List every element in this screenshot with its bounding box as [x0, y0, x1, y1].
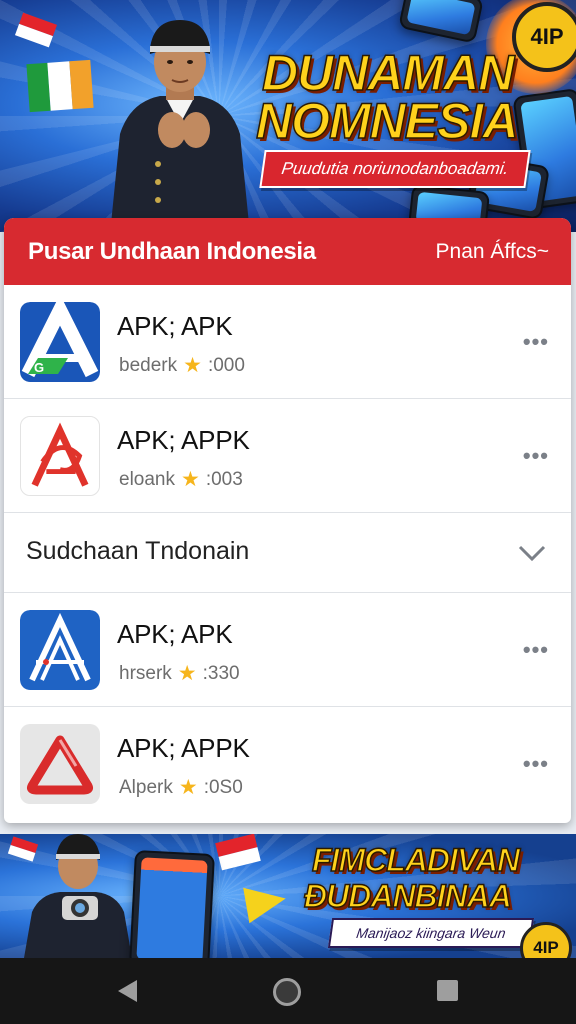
app-title: APK; APPK [117, 425, 250, 455]
app-list: G APK; APK bederk ★ :000 ••• APK; APPK e… [4, 285, 571, 821]
star-icon: ★ [177, 662, 197, 685]
app-meta-label: Alperk [119, 776, 173, 798]
banner-ribbon-text: Manijaoz kiingara Weun [355, 925, 507, 941]
app-title: APK; APK [117, 619, 233, 649]
back-icon[interactable] [118, 980, 137, 1002]
more-options-icon[interactable]: ••• [523, 751, 549, 777]
section-label: Sudchaan Tndonain [26, 537, 250, 565]
list-item[interactable]: APK; APK hrserk ★ :330 ••• [4, 593, 571, 707]
app-meta-label: hrserk [119, 662, 172, 684]
banner-headline-2: ÐUDANBINAA [303, 877, 512, 915]
banner-headline-2: NOMNESIA [255, 92, 519, 150]
banner-ribbon: Puudutia noriunodanboadami. [259, 150, 531, 188]
more-options-icon[interactable]: ••• [523, 443, 549, 469]
app-title: APK; APPK [117, 733, 250, 763]
a-logo-icon [20, 416, 100, 496]
list-item[interactable]: G APK; APK bederk ★ :000 ••• [4, 285, 571, 399]
flag-icon [26, 59, 94, 113]
header-action-link[interactable]: Pnan Áffcs~ [436, 240, 549, 264]
app-meta-count: :000 [207, 354, 245, 376]
triangle-logo-icon [20, 724, 100, 804]
a-outline-icon [20, 610, 100, 690]
more-options-icon[interactable]: ••• [523, 637, 549, 663]
banner-ribbon: Manijaoz kiingara Weun [327, 918, 535, 948]
app-meta-label: eloank [119, 468, 175, 490]
recents-icon[interactable] [437, 980, 458, 1001]
top-promo-banner[interactable]: 4IP DUNAMAN NOMNESIA Puudutia noriunodan… [0, 0, 576, 232]
list-item[interactable]: APK; APPK eloank ★ :003 ••• [4, 399, 571, 513]
banner-ribbon-text: Puudutia noriunodanboadami. [280, 159, 510, 178]
promo-badge-text: 4IP [530, 24, 564, 49]
more-options-icon[interactable]: ••• [523, 329, 549, 355]
system-nav-bar [0, 958, 576, 1024]
panel-title: Pusar Undhaan Indonesia [28, 237, 316, 265]
section-header[interactable]: Sudchaan Tndonain [4, 513, 571, 593]
app-meta-label: bederk [119, 354, 178, 376]
list-item[interactable]: APK; APPK Alperk ★ :0S0 ••• [4, 707, 571, 821]
play-triangle-icon [243, 880, 289, 924]
app-meta-count: :003 [205, 468, 243, 490]
banner-headline-1: FIMCLADIVAN [311, 841, 521, 879]
presenter-illustration [110, 20, 250, 232]
star-icon: ★ [178, 776, 198, 799]
photographer-illustration [24, 834, 132, 958]
chevron-down-icon[interactable] [517, 541, 547, 563]
phone-illustration-icon [129, 849, 215, 958]
promo-badge-text: 4IP [533, 938, 559, 957]
svg-text:G: G [34, 360, 44, 375]
home-icon[interactable] [273, 978, 301, 1006]
star-icon: ★ [181, 468, 200, 491]
bottom-promo-banner[interactable]: FIMCLADIVAN ÐUDANBINAA Manijaoz kiingara… [0, 834, 576, 958]
promo-badge: 4IP [512, 2, 576, 72]
app-meta: eloank ★ :003 [119, 467, 243, 492]
app-meta: bederk ★ :000 [119, 353, 245, 378]
panel-header: Pusar Undhaan Indonesia Pnan Áffcs~ [4, 218, 571, 285]
app-meta: Alperk ★ :0S0 [119, 775, 243, 800]
app-meta-count: :0S0 [203, 776, 243, 798]
a-letter-icon: G [20, 302, 100, 382]
star-icon: ★ [183, 354, 202, 377]
app-list-panel: Pusar Undhaan Indonesia Pnan Áffcs~ G AP… [4, 218, 571, 823]
app-meta-count: :330 [202, 662, 240, 684]
app-title: APK; APK [117, 311, 233, 341]
app-meta: hrserk ★ :330 [119, 661, 240, 686]
